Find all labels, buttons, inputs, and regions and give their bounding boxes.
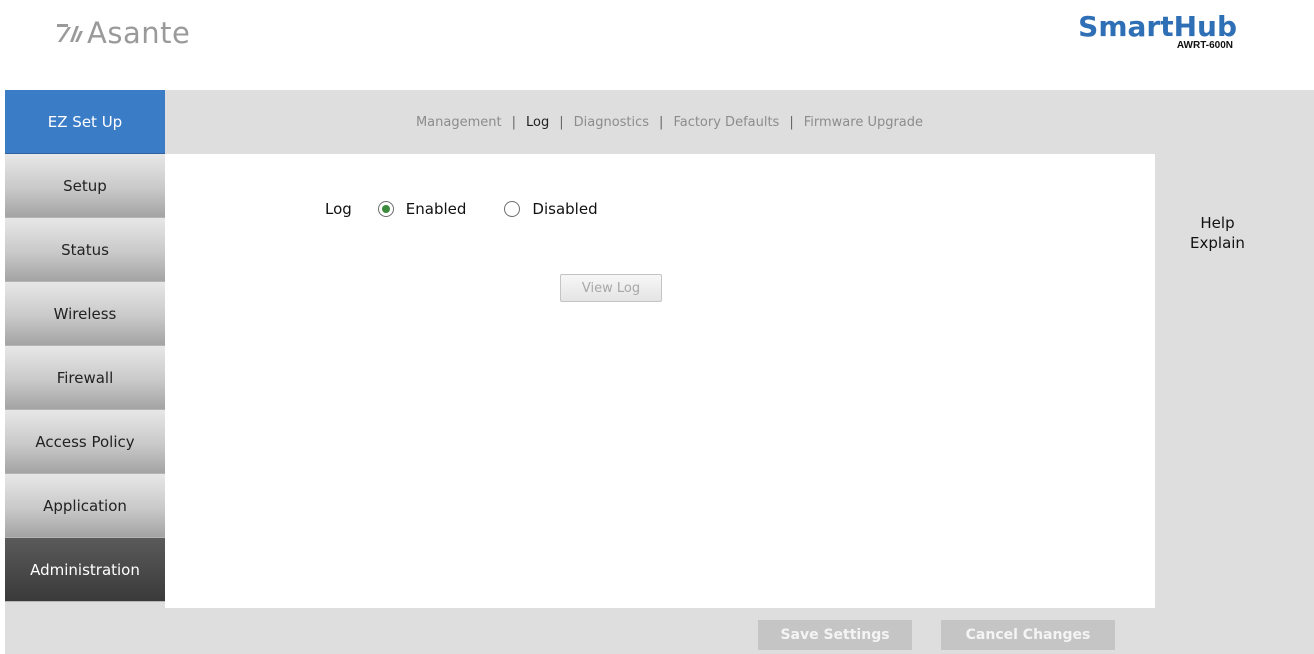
subnav-separator: | bbox=[559, 114, 564, 130]
subnav-link-management[interactable]: Management bbox=[416, 115, 502, 130]
subnav-separator: | bbox=[659, 114, 664, 130]
view-log-button[interactable]: View Log bbox=[560, 274, 662, 302]
radio-disabled[interactable] bbox=[504, 201, 521, 217]
radio-selected-dot bbox=[381, 205, 390, 213]
product-name: SmartHub bbox=[1078, 10, 1237, 43]
sidebar-item-access-policy[interactable]: Access Policy bbox=[5, 410, 165, 474]
sidebar: EZ Set Up Setup Status Wireless Firewall… bbox=[5, 90, 165, 602]
sidebar-item-ez-set-up[interactable]: EZ Set Up bbox=[5, 90, 165, 154]
sidebar-item-firewall[interactable]: Firewall bbox=[5, 346, 165, 410]
sidebar-item-status[interactable]: Status bbox=[5, 218, 165, 282]
disabled-label: Disabled bbox=[532, 200, 598, 218]
brand-name: Asante bbox=[87, 16, 191, 50]
log-setting-row: Log Enabled Disabled bbox=[325, 200, 636, 218]
cancel-changes-button[interactable]: Cancel Changes bbox=[941, 620, 1115, 650]
log-disabled-option[interactable]: Disabled bbox=[504, 200, 598, 218]
subnav-separator: | bbox=[511, 114, 516, 130]
sidebar-item-administration[interactable]: Administration bbox=[5, 538, 165, 602]
save-settings-button[interactable]: Save Settings bbox=[758, 620, 912, 650]
log-enabled-option[interactable]: Enabled bbox=[377, 200, 467, 218]
log-label: Log bbox=[325, 200, 352, 218]
header: Asante SmartHub AWRT-600N bbox=[0, 0, 1314, 90]
content-panel: Log Enabled Disabled View Log bbox=[165, 154, 1155, 608]
subnav-link-factory-defaults[interactable]: Factory Defaults bbox=[673, 115, 779, 130]
action-bar: Save Settings Cancel Changes bbox=[165, 608, 1314, 654]
enabled-label: Enabled bbox=[405, 200, 467, 218]
asante-logo-icon bbox=[57, 24, 83, 42]
sidebar-item-setup[interactable]: Setup bbox=[5, 154, 165, 218]
explain-link[interactable]: Explain bbox=[1155, 233, 1280, 253]
subnav-link-firmware-upgrade[interactable]: Firmware Upgrade bbox=[804, 115, 923, 130]
subnav-link-diagnostics[interactable]: Diagnostics bbox=[574, 115, 649, 130]
brand: Asante bbox=[57, 16, 190, 50]
sidebar-item-wireless[interactable]: Wireless bbox=[5, 282, 165, 346]
help-link[interactable]: Help bbox=[1155, 213, 1280, 233]
product-logo: SmartHub AWRT-600N bbox=[1078, 10, 1237, 52]
subnav: Management | Log | Diagnostics | Factory… bbox=[165, 90, 1314, 154]
subnav-separator: | bbox=[789, 114, 794, 130]
help-panel: Help Explain bbox=[1155, 213, 1280, 253]
subnav-link-log[interactable]: Log bbox=[526, 115, 549, 130]
radio-enabled[interactable] bbox=[377, 201, 394, 217]
sidebar-item-application[interactable]: Application bbox=[5, 474, 165, 538]
